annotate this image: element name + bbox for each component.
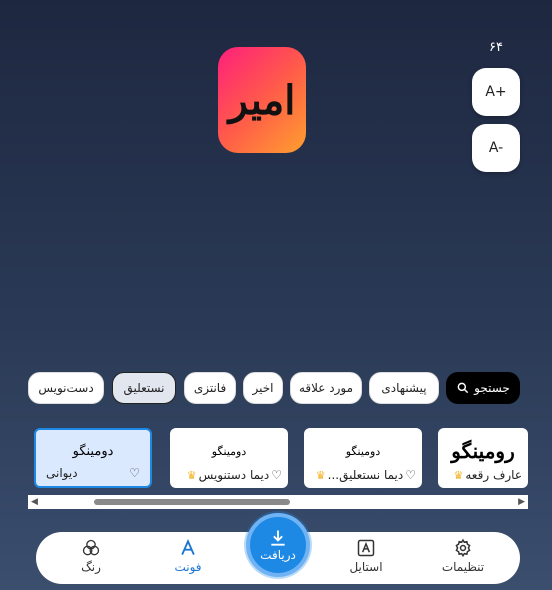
increase-size-button[interactable]: A+ (472, 68, 520, 116)
nav-label: تنظیمات (441, 560, 485, 574)
nav-settings[interactable]: تنظیمات (428, 538, 498, 574)
heart-icon[interactable]: ♡ (129, 466, 140, 480)
font-size-value: ۶۴ (489, 40, 503, 55)
download-label: دریافت (260, 548, 296, 562)
font-preview: رومینگو (451, 439, 515, 463)
category-chip-favorites[interactable]: مورد علاقه (290, 372, 362, 404)
scroll-right-icon[interactable]: ▶ (518, 497, 525, 507)
category-bar: جستجو پیشنهادی مورد علاقه اخیر فانتزی نس… (0, 372, 552, 404)
font-card-selected[interactable]: دومینگو ♡ دیوانی (34, 428, 152, 488)
nav-font[interactable]: فونت (153, 538, 223, 574)
font-name: دیما نستعلیق... (327, 468, 404, 482)
chip-label: دست‌نویس (38, 381, 94, 395)
scrollbar-thumb[interactable] (94, 499, 290, 505)
text-preview: امیر (218, 47, 306, 153)
preview-text: امیر (228, 76, 296, 124)
font-preview: دومینگو (211, 444, 247, 458)
font-preview: دومینگو (72, 443, 114, 459)
font-icon (181, 539, 195, 556)
font-card[interactable]: دومینگو ♡ دیما دستنویس ♛ (170, 428, 288, 488)
nav-label: فونت (174, 560, 202, 574)
font-card[interactable]: دومینگو ♡ دیما نستعلیق... ♛ (304, 428, 422, 488)
font-name: عارف رقعه (465, 468, 522, 482)
font-list-scrollbar[interactable]: ◀ ▶ (28, 495, 528, 509)
search-chip[interactable]: جستجو (446, 372, 520, 404)
nav-color[interactable]: رنگ (56, 538, 126, 574)
search-icon (457, 382, 469, 394)
chip-label: مورد علاقه (298, 381, 354, 395)
nav-label: رنگ (81, 560, 101, 574)
chip-label: نستعلیق (123, 381, 165, 395)
decrease-size-button[interactable]: A- (472, 124, 520, 172)
crown-icon: ♛ (315, 468, 326, 482)
color-circles-icon (82, 539, 100, 556)
download-icon (271, 530, 285, 546)
style-icon (357, 539, 375, 557)
category-chip-suggested[interactable]: پیشنهادی (369, 372, 439, 404)
chip-label: اخیر (252, 381, 274, 395)
chip-label: پیشنهادی (381, 381, 427, 395)
font-preview: دومینگو (345, 444, 381, 458)
chip-label: فانتزی (193, 381, 227, 395)
font-list[interactable]: رومینگو عارف رقعه ♛ دومینگو ♡ دیما نستعل… (28, 426, 528, 492)
font-name: دیوانی (46, 466, 78, 480)
font-card[interactable]: رومینگو عارف رقعه ♛ (438, 428, 528, 488)
download-button[interactable]: دریافت (246, 513, 310, 577)
category-chip-recent[interactable]: اخیر (243, 372, 283, 404)
gear-icon (455, 538, 471, 558)
category-chip-nastaliq[interactable]: نستعلیق (112, 372, 176, 404)
crown-icon: ♛ (453, 468, 464, 482)
search-chip-label: جستجو (474, 381, 510, 395)
font-name: دیما دستنویس (198, 468, 270, 482)
heart-icon[interactable]: ♡ (405, 468, 416, 482)
nav-style[interactable]: استایل (331, 538, 401, 574)
nav-label: استایل (349, 560, 383, 574)
scroll-left-icon[interactable]: ◀ (31, 497, 38, 507)
category-chip-handwriting[interactable]: دست‌نویس (28, 372, 104, 404)
crown-icon: ♛ (186, 468, 197, 482)
category-chip-fantasy[interactable]: فانتزی (184, 372, 236, 404)
heart-icon[interactable]: ♡ (271, 468, 282, 482)
